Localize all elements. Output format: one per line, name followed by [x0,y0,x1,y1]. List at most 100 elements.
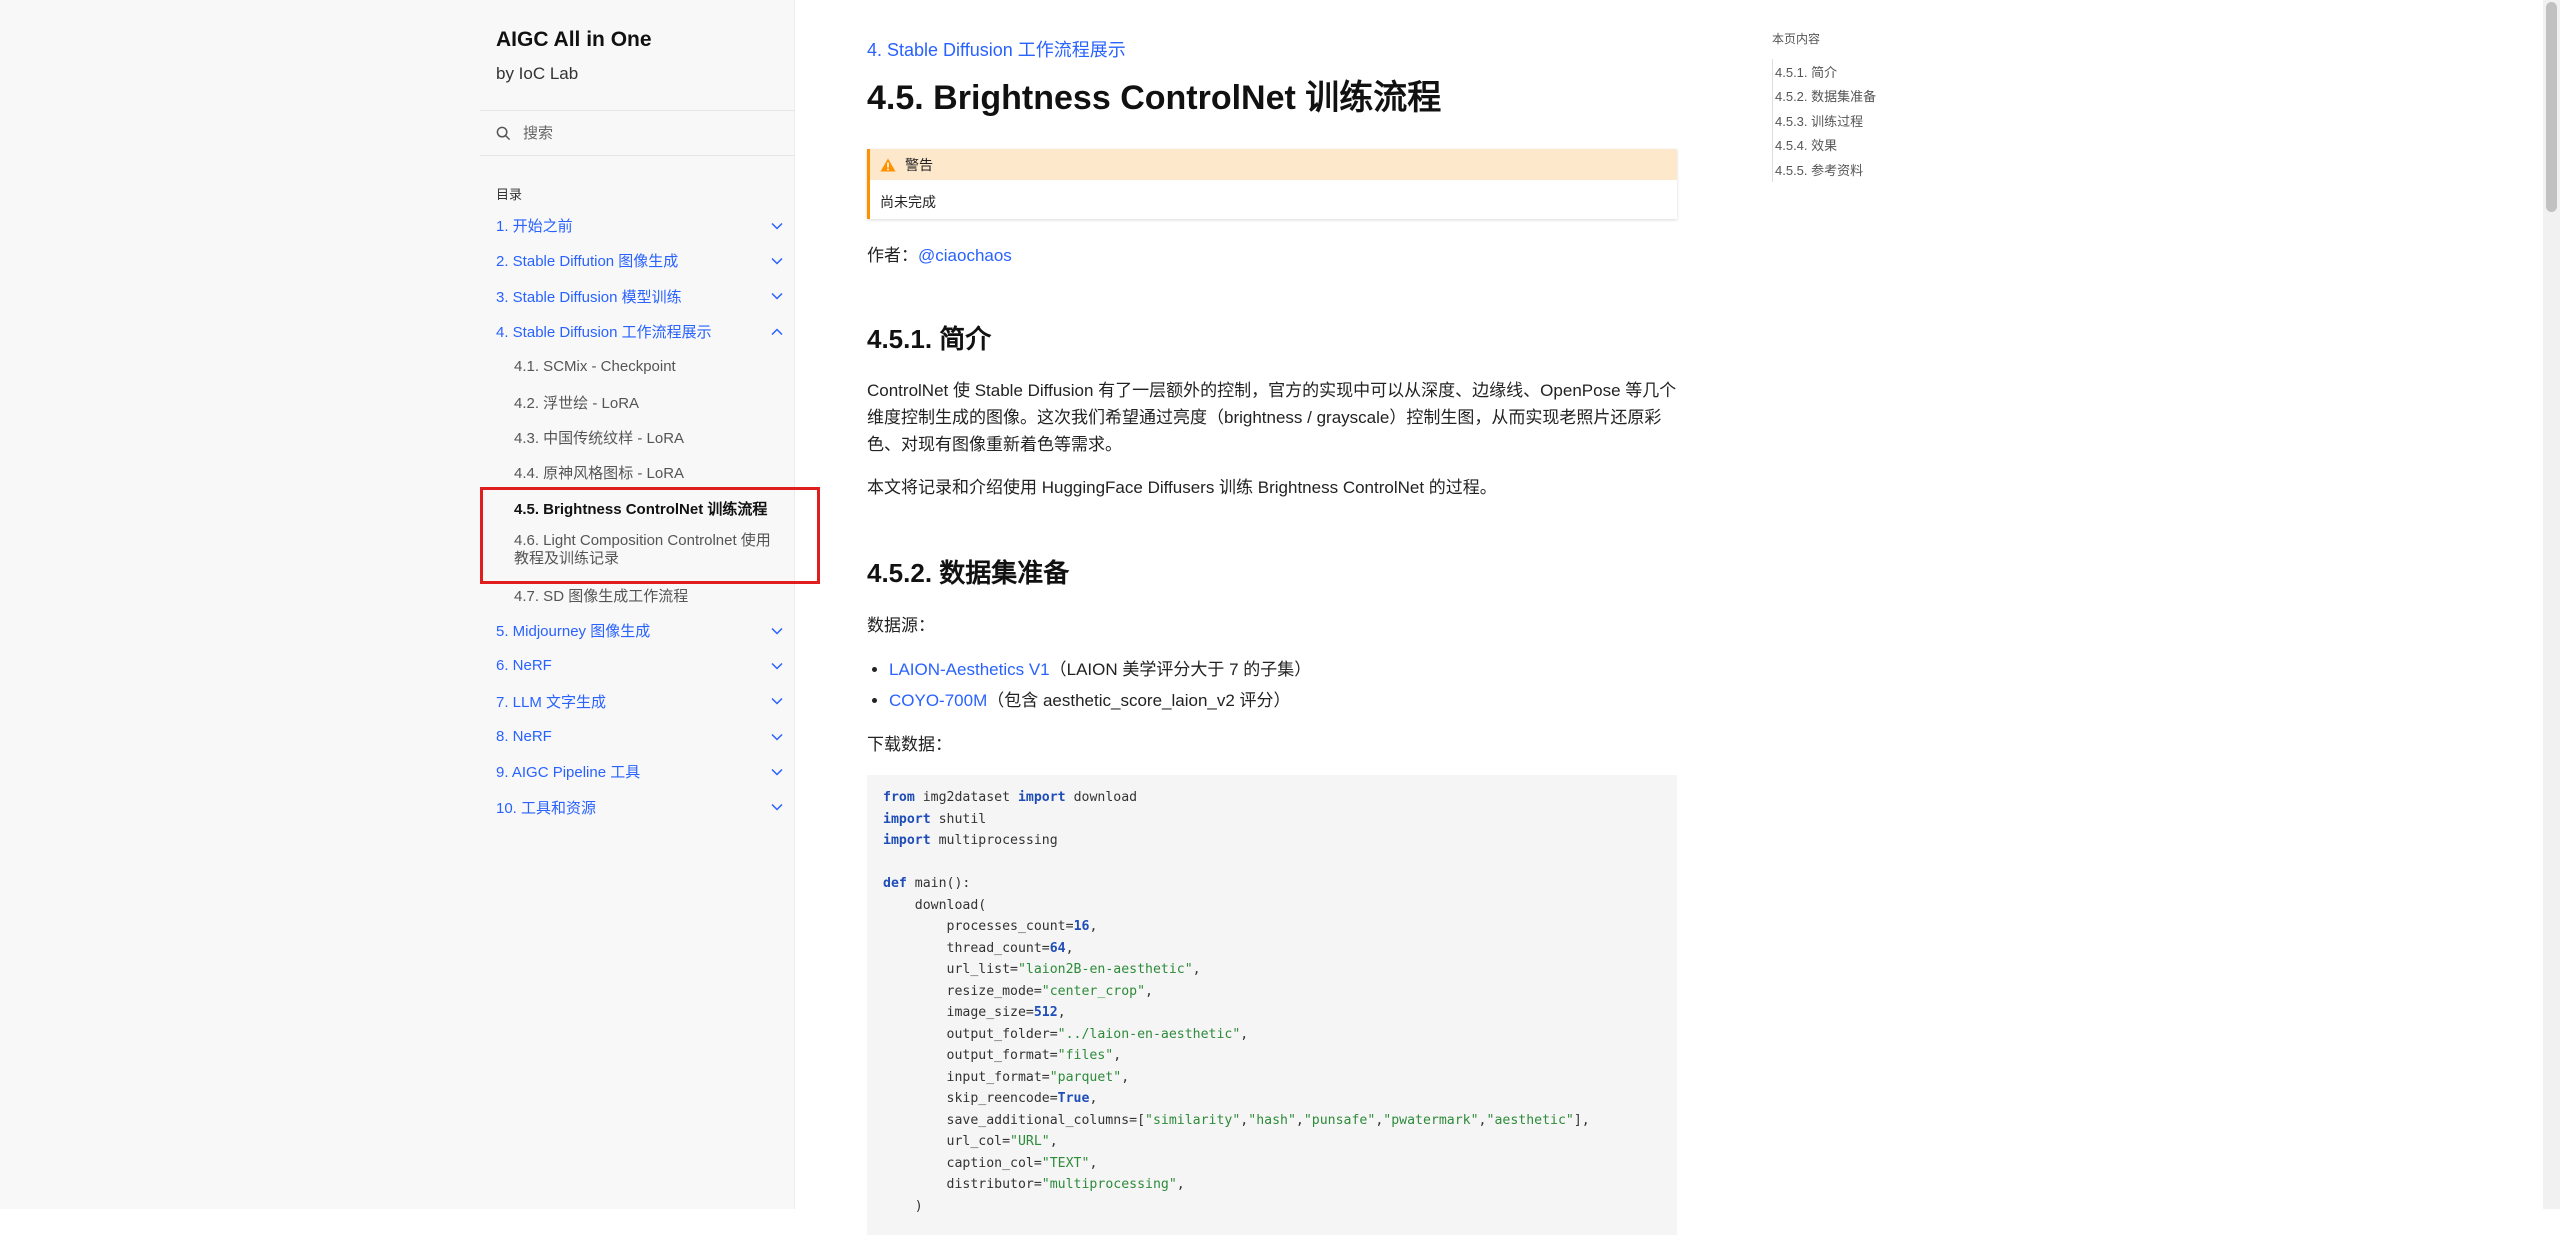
toc-caption: 目录 [496,187,523,202]
code-line: thread_count=64, [883,938,1661,960]
code-line: resize_mode="center_crop", [883,981,1661,1003]
breadcrumb[interactable]: 4. Stable Diffusion 工作流程展示 [867,36,1126,62]
code-token: img2dataset [914,790,1018,805]
code-token: , [1089,1155,1098,1171]
code-line: ) [883,1196,1661,1218]
code-token: , [1240,1026,1249,1042]
code-token: import [883,811,931,827]
code-token: "URL" [1010,1134,1050,1149]
sidebar-item-midjourney[interactable]: 5. Midjourney 图像生成 [480,613,795,648]
code-line: image_size=512, [883,1002,1661,1024]
right-toc-item-intro[interactable]: 4.5.1. 简介 [1774,59,1876,84]
chevron-up-icon[interactable] [771,327,783,336]
sidebar-subitem-scmix[interactable]: 4.1. SCMix - Checkpoint [480,349,795,384]
code-line: import multiprocessing [883,830,1661,852]
chevron-down-icon[interactable] [771,697,783,705]
sidebar-subitem-ukiyoe[interactable]: 4.2. 浮世绘 - LoRA [480,384,795,419]
chevron-down-icon[interactable] [771,627,783,635]
chevron-down-icon[interactable] [771,222,783,230]
code-token: "TEXT" [1041,1155,1090,1171]
highlight-annotation-box [480,487,820,584]
code-token: , [1089,919,1098,934]
chevron-down-icon[interactable] [771,768,783,776]
code-token: "files" [1057,1048,1114,1063]
code-token: "pwatermark" [1383,1112,1479,1128]
warning-admonition: 警告 尚未完成 [867,149,1677,219]
chevron-down-icon[interactable] [771,662,783,670]
page-title: 4.5. Brightness ControlNet 训练流程 [867,79,1442,117]
code-token: , [1295,1112,1304,1128]
code-token: multiprocessing [930,833,1058,848]
sidebar-item-getting-started[interactable]: 1. 开始之前 [480,208,795,243]
code-token: "multiprocessing" [1041,1177,1177,1192]
code-block[interactable]: from img2dataset import download import s… [867,775,1677,1235]
right-toc-item-training[interactable]: 4.5.3. 训练过程 [1774,108,1876,133]
code-token: import [1017,790,1066,805]
code-token: thread_count= [883,940,1050,956]
dataset-list: LAION-Aesthetics V1（LAION 美学评分大于 7 的子集） … [867,654,1311,716]
sidebar-item-label: 2. Stable Diffution 图像生成 [496,253,679,271]
code-token: main(): [906,876,971,891]
sidebar-item-sd-workflow[interactable]: 4. Stable Diffusion 工作流程展示 [480,314,795,349]
list-item: COYO-700M（包含 aesthetic_score_laion_v2 评分… [889,685,1311,716]
code-token: , [1065,940,1074,956]
search-box[interactable] [480,110,795,156]
code-line: from img2dataset import download [883,787,1661,809]
right-toc-item-references[interactable]: 4.5.5. 参考资料 [1774,157,1876,182]
code-token: "../laion-en-aesthetic" [1057,1026,1241,1042]
code-line: distributor="multiprocessing", [883,1174,1661,1196]
download-label: 下载数据： [867,735,952,754]
sidebar-subitem-genshin-icons[interactable]: 4.4. 原神风格图标 - LoRA [480,455,795,490]
sidebar-item-tools-resources[interactable]: 10. 工具和资源 [480,789,795,824]
author-line: 作者：@ciaochaos [867,241,1012,266]
code-token: "parquet" [1049,1069,1122,1085]
sidebar-item-label: 9. AIGC Pipeline 工具 [496,764,641,782]
dataset-link[interactable]: LAION-Aesthetics V1 [889,660,1050,679]
scrollbar-thumb[interactable] [2546,2,2557,212]
section-heading-intro: 4.5.1. 简介 [867,324,992,354]
code-line: input_format="parquet", [883,1067,1661,1089]
right-toc-item-results[interactable]: 4.5.4. 效果 [1774,133,1876,158]
code-token: distributor= [883,1177,1042,1192]
code-token: output_format= [883,1048,1058,1063]
dataset-link[interactable]: COYO-700M [889,691,987,710]
sidebar-item-label: 7. LLM 文字生成 [496,693,607,711]
code-line: save_additional_columns=["similarity","h… [883,1110,1661,1132]
site-title[interactable]: AIGC All in One [496,28,652,52]
code-token: "hash" [1248,1112,1296,1128]
search-input[interactable] [521,123,765,143]
code-token: download [1065,790,1138,805]
code-token: ], [1573,1112,1590,1128]
code-line: output_format="files", [883,1045,1661,1067]
scrollbar[interactable] [2543,0,2560,1209]
code-token: , [1478,1112,1487,1128]
sidebar-item-aigc-pipeline[interactable]: 9. AIGC Pipeline 工具 [480,754,795,789]
code-token: output_folder= [883,1026,1058,1042]
sidebar-item-nerf-2[interactable]: 8. NeRF [480,719,795,754]
list-item: LAION-Aesthetics V1（LAION 美学评分大于 7 的子集） [889,654,1311,685]
sidebar-item-sd-image-generation[interactable]: 2. Stable Diffution 图像生成 [480,243,795,278]
code-token: from [883,790,915,805]
author-link[interactable]: @ciaochaos [918,246,1012,265]
code-token: , [1176,1177,1185,1192]
right-toc-list: 4.5.1. 简介 4.5.2. 数据集准备 4.5.3. 训练过程 4.5.4… [1772,59,1876,182]
code-token: def [883,876,907,891]
code-token: ) [883,1198,923,1214]
right-toc-item-dataset[interactable]: 4.5.2. 数据集准备 [1774,84,1876,109]
chevron-down-icon[interactable] [771,292,783,300]
sidebar-item-label: 4. Stable Diffusion 工作流程展示 [496,324,712,342]
sidebar-item-llm[interactable]: 7. LLM 文字生成 [480,684,795,719]
right-toc: 本页内容 4.5.1. 简介 4.5.2. 数据集准备 4.5.3. 训练过程 … [1772,30,1876,182]
sidebar-subitem-chinese-patterns[interactable]: 4.3. 中国传统纹样 - LoRA [480,420,795,455]
code-token: download( [883,897,987,913]
chevron-down-icon[interactable] [771,733,783,741]
intro-paragraph-1: ControlNet 使 Stable Diffusion 有了一层额外的控制，… [867,381,1677,454]
chevron-down-icon[interactable] [771,257,783,265]
warning-icon [880,158,896,171]
code-token: , [1113,1048,1122,1063]
sidebar-item-sd-model-training[interactable]: 3. Stable Diffusion 模型训练 [480,279,795,314]
sidebar-item-nerf[interactable]: 6. NeRF [480,648,795,683]
code-line: skip_reencode=True, [883,1088,1661,1110]
code-token: 64 [1049,940,1066,956]
chevron-down-icon[interactable] [771,803,783,811]
